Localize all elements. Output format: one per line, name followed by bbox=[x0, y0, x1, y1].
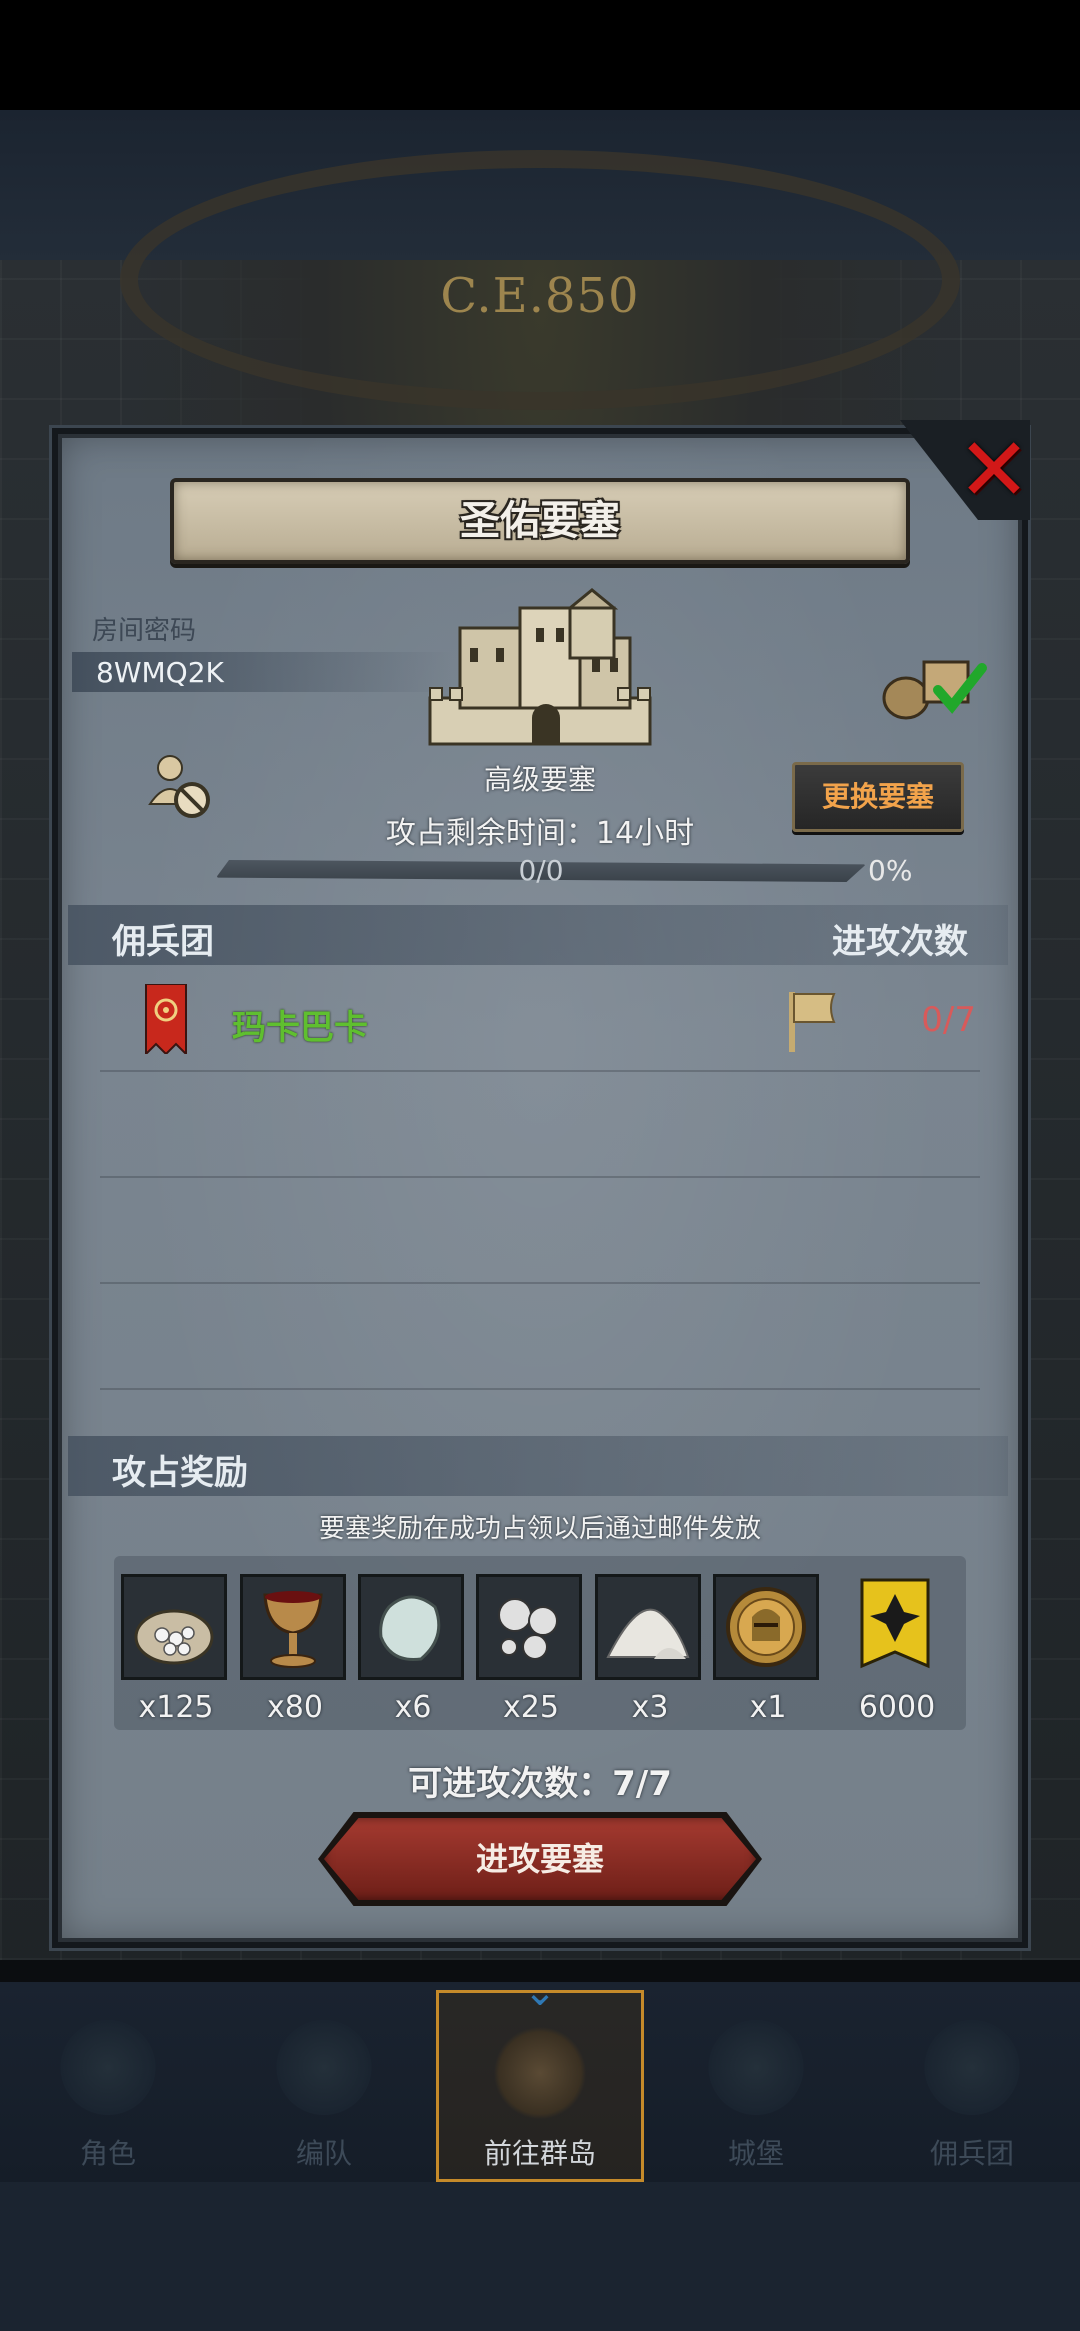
chevron-down-icon: ⌄ bbox=[523, 1969, 557, 2015]
dialog-title: 圣佑要塞 bbox=[460, 498, 620, 544]
reward-item[interactable]: x3 bbox=[595, 1574, 705, 1725]
nav-label: 佣兵团 bbox=[929, 2137, 1014, 2170]
row-divider bbox=[100, 1070, 980, 1072]
reward-header-label: 攻占奖励 bbox=[112, 1453, 248, 1493]
reward-count: x125 bbox=[138, 1690, 214, 1725]
era-label: C.E.850 bbox=[440, 268, 640, 324]
reward-count: x25 bbox=[503, 1690, 559, 1725]
reward-item[interactable]: x6 bbox=[358, 1574, 468, 1725]
formation-icon bbox=[274, 2018, 374, 2128]
flag-icon bbox=[789, 992, 836, 1052]
reward-item[interactable]: x80 bbox=[240, 1574, 350, 1725]
knight-icon bbox=[58, 2018, 158, 2128]
goblet-icon bbox=[263, 1591, 323, 1668]
mercenary-header-label: 佣兵团 bbox=[112, 922, 214, 962]
gold-banner-icon bbox=[860, 1578, 930, 1669]
bottom-system-area bbox=[0, 2182, 1080, 2331]
mercenary-name[interactable]: 玛卡巴卡 bbox=[232, 1000, 368, 1049]
reward-item[interactable]: x25 bbox=[476, 1574, 586, 1725]
capture-progress-text: 0/0 bbox=[518, 854, 564, 887]
capture-time-remaining: 攻占剩余时间：14小时 bbox=[385, 816, 695, 851]
nav-label: 编队 bbox=[295, 2137, 352, 2170]
reward-count: x3 bbox=[631, 1690, 669, 1725]
room-code-value[interactable]: 8WMQ2K bbox=[96, 656, 224, 689]
row-divider bbox=[100, 1282, 980, 1284]
silver-ore-sack-icon bbox=[134, 1609, 214, 1665]
nav-tab-formation[interactable]: 编队 bbox=[216, 1982, 432, 2182]
close-icon: ✕ bbox=[957, 418, 1031, 521]
row-divider bbox=[100, 1388, 980, 1390]
reward-icon-box bbox=[240, 1574, 346, 1680]
reward-icon-box bbox=[595, 1574, 701, 1680]
reward-icon-box bbox=[121, 1574, 227, 1680]
knight-medal-icon bbox=[726, 1587, 806, 1667]
fortress-icon bbox=[428, 588, 652, 746]
close-button[interactable]: ✕ bbox=[952, 426, 1036, 514]
nav-label: 前往群岛 bbox=[483, 2137, 596, 2170]
attack-attempts: 可进攻次数：7/7 bbox=[408, 1764, 672, 1804]
compass-icon bbox=[490, 2018, 590, 2128]
reward-item[interactable]: x1 bbox=[713, 1574, 823, 1725]
mercenary-attack-count: 0/7 bbox=[921, 1000, 976, 1040]
nav-tab-character[interactable]: 角色 bbox=[0, 1982, 216, 2182]
row-divider bbox=[100, 1176, 980, 1178]
castle-icon bbox=[706, 2018, 806, 2128]
nav-tab-castle[interactable]: 城堡 bbox=[648, 1982, 864, 2182]
status-bar-area bbox=[0, 0, 1080, 110]
mercenary-icon bbox=[922, 2018, 1022, 2128]
loot-claimed-icon[interactable] bbox=[876, 642, 996, 722]
attack-count-header: 进攻次数 bbox=[832, 922, 968, 962]
moonstone-icon bbox=[379, 1595, 441, 1662]
nav-label: 角色 bbox=[79, 2137, 136, 2170]
reward-icon-box bbox=[476, 1574, 582, 1680]
nav-tab-mercenary[interactable]: 佣兵团 bbox=[864, 1982, 1080, 2182]
reward-item[interactable]: x125 bbox=[121, 1574, 231, 1725]
reward-icon-box bbox=[358, 1574, 464, 1680]
reward-count: x80 bbox=[267, 1690, 323, 1725]
attack-fortress-button[interactable]: 进攻要塞 bbox=[324, 1818, 756, 1900]
reward-item[interactable]: 6000 bbox=[842, 1574, 952, 1725]
nav-tab-islands[interactable]: ⌄ 前往群岛 bbox=[432, 1972, 648, 2182]
room-code-label: 房间密码 bbox=[92, 616, 197, 646]
salt-pile-icon bbox=[606, 1608, 690, 1659]
reward-count: 6000 bbox=[858, 1690, 936, 1725]
nav-label: 城堡 bbox=[727, 2137, 784, 2170]
reward-count: x6 bbox=[394, 1690, 432, 1725]
silver-pearls-icon bbox=[498, 1598, 558, 1660]
capture-progress-percent: 0% bbox=[868, 854, 913, 887]
reward-note: 要塞奖励在成功占领以后通过邮件发放 bbox=[318, 1514, 761, 1544]
reward-icon-box bbox=[842, 1574, 948, 1680]
reward-count: x1 bbox=[749, 1690, 787, 1725]
guild-banner-icon bbox=[145, 984, 187, 1054]
reward-icon-box bbox=[713, 1574, 819, 1680]
